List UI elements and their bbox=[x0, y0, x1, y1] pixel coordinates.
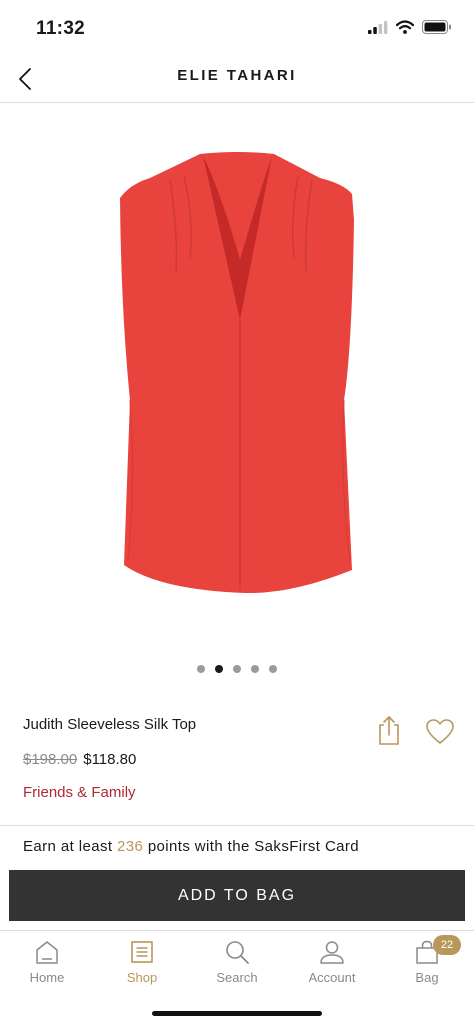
favorite-button[interactable] bbox=[425, 718, 455, 746]
nav-bar: ELIE TAHARI bbox=[0, 58, 474, 103]
home-indicator bbox=[152, 1011, 322, 1016]
sale-price: $118.80 bbox=[83, 751, 137, 768]
add-to-bag-button[interactable]: ADD TO BAG bbox=[9, 870, 465, 921]
original-price: $198.00 bbox=[23, 751, 78, 768]
share-icon bbox=[379, 716, 399, 745]
tab-label: Account bbox=[308, 970, 356, 985]
account-icon bbox=[320, 941, 344, 964]
shop-list-icon bbox=[131, 941, 153, 963]
share-button[interactable] bbox=[376, 714, 402, 746]
points-value: 236 bbox=[117, 838, 144, 855]
points-suffix: points with the SaksFirst Card bbox=[147, 838, 360, 855]
status-bar: 11:32 bbox=[0, 0, 474, 58]
cellular-signal-icon bbox=[368, 20, 388, 34]
product-name: Judith Sleeveless Silk Top bbox=[23, 716, 197, 733]
bag-count-badge: 22 bbox=[433, 935, 461, 955]
image-dot-2[interactable] bbox=[215, 665, 223, 673]
image-dot-5[interactable] bbox=[269, 665, 277, 673]
promo-label: Friends & Family bbox=[23, 784, 136, 801]
heart-icon bbox=[426, 719, 454, 744]
image-dot-3[interactable] bbox=[233, 665, 241, 673]
tab-label: Shop bbox=[126, 970, 158, 985]
tab-label: Bag bbox=[415, 970, 439, 985]
tab-account[interactable]: Account bbox=[287, 939, 377, 985]
tab-shop[interactable]: Shop bbox=[97, 939, 187, 985]
tab-label: Home bbox=[29, 970, 65, 985]
image-pagination bbox=[0, 665, 474, 673]
product-photo bbox=[120, 152, 354, 594]
status-time: 11:32 bbox=[36, 18, 86, 39]
points-prefix: Earn at least bbox=[23, 838, 113, 855]
tab-search[interactable]: Search bbox=[192, 939, 282, 985]
image-dot-1[interactable] bbox=[197, 665, 205, 673]
image-dot-4[interactable] bbox=[251, 665, 259, 673]
search-icon bbox=[226, 941, 249, 964]
divider bbox=[0, 825, 474, 826]
home-icon bbox=[36, 941, 58, 964]
saksfirst-points: Earn at least 236 points with the SaksFi… bbox=[23, 838, 359, 855]
tab-label: Search bbox=[216, 970, 258, 985]
brand-title: ELIE TAHARI bbox=[177, 67, 297, 84]
price-row: $198.00 $118.80 bbox=[23, 751, 136, 768]
tab-home[interactable]: Home bbox=[2, 939, 92, 985]
status-icons bbox=[368, 20, 452, 34]
battery-icon bbox=[422, 20, 451, 34]
tab-bag[interactable]: Bag 22 bbox=[382, 935, 472, 985]
product-image[interactable] bbox=[0, 120, 474, 640]
wifi-icon bbox=[396, 20, 414, 34]
